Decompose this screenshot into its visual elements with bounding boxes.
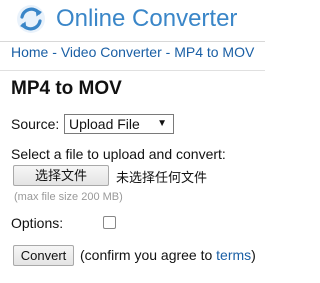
options-checkbox[interactable] — [103, 216, 116, 229]
options-label: Options: — [11, 215, 64, 231]
convert-button[interactable]: Convert — [13, 245, 74, 266]
refresh-arrows-icon[interactable] — [16, 4, 46, 34]
max-file-size-note: (max file size 200 MB) — [14, 191, 123, 203]
site-header: Online Converter — [0, 0, 265, 40]
upload-instructions: Select a file to upload and convert: — [11, 146, 226, 162]
site-title[interactable]: Online Converter — [56, 5, 237, 33]
page: Online Converter Home - Video Converter … — [0, 0, 265, 283]
breadcrumb-separator: - — [48, 44, 61, 60]
no-file-chosen-text: 未选择任何文件 — [116, 170, 208, 185]
page-title: MP4 to MOV — [11, 78, 122, 99]
breadcrumb-home-link[interactable]: Home — [11, 44, 48, 60]
breadcrumb-separator: - — [161, 44, 175, 60]
breadcrumb: Home - Video Converter - MP4 to MOV — [11, 44, 254, 60]
source-selected-value: Upload File — [69, 116, 140, 132]
source-select[interactable]: Upload File ▼ — [64, 114, 174, 134]
choose-file-button[interactable]: 选择文件 — [13, 165, 109, 186]
source-label: Source: — [11, 116, 60, 132]
confirm-prefix: (confirm you agree to — [80, 247, 217, 263]
breadcrumb-current-page-link[interactable]: MP4 to MOV — [174, 44, 254, 60]
breadcrumb-video-converter-link[interactable]: Video Converter — [61, 44, 162, 60]
breadcrumb-divider — [0, 70, 265, 71]
dropdown-arrow-icon: ▼ — [157, 118, 167, 129]
terms-link[interactable]: terms — [216, 247, 251, 263]
terms-confirmation: (confirm you agree to terms) — [80, 247, 256, 263]
header-divider — [0, 41, 265, 42]
confirm-suffix: ) — [251, 247, 256, 263]
